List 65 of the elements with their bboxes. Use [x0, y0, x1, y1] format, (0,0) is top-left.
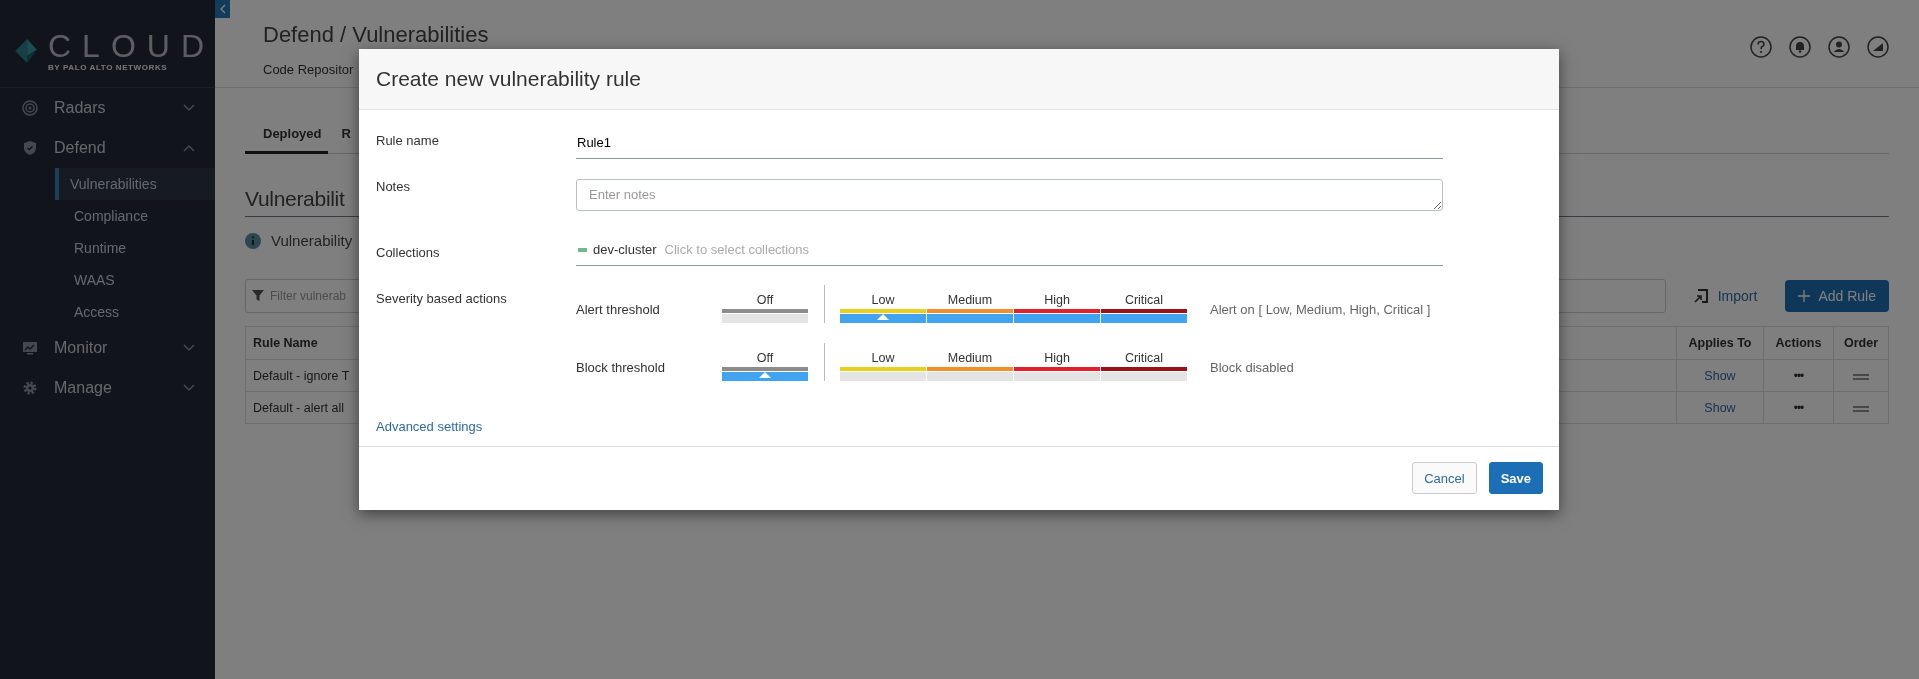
- help-icon[interactable]: [1750, 36, 1772, 58]
- nav-item[interactable]: Monitor: [0, 328, 215, 368]
- logo-wordmark: CLOUD: [48, 29, 215, 63]
- threshold-option[interactable]: Low: [840, 351, 926, 381]
- threshold-summary: Alert on [ Low, Medium, High, Critical ]: [1210, 300, 1431, 317]
- column-header: Applies To: [1676, 326, 1764, 360]
- page-title: Defend / Vulnerabilities: [263, 22, 489, 48]
- threshold-option[interactable]: Off: [722, 351, 808, 381]
- threshold-label: Block threshold: [576, 358, 666, 375]
- threshold-option[interactable]: Critical: [1101, 351, 1187, 381]
- logo-tagline: BY PALO ALTO NETWORKS: [48, 63, 169, 72]
- tab[interactable]: Deployed: [245, 126, 328, 154]
- chevron-left-icon: [219, 4, 226, 14]
- plus-icon: [1798, 290, 1811, 302]
- info-icon: [245, 232, 261, 249]
- signal-icon[interactable]: [1867, 36, 1889, 58]
- nav-subitem[interactable]: Vulnerabilities: [55, 168, 215, 200]
- filter-icon: [252, 290, 264, 302]
- radar-icon: [22, 100, 38, 116]
- column-header: Order: [1833, 326, 1889, 360]
- threshold-option[interactable]: Critical: [1101, 293, 1187, 323]
- dialog-title: Create new vulnerability rule: [376, 67, 641, 91]
- threshold-option[interactable]: High: [1014, 351, 1100, 381]
- import-icon: [1693, 289, 1708, 303]
- nav-subitem[interactable]: WAAS: [55, 264, 215, 296]
- nav-subitem[interactable]: Compliance: [55, 200, 215, 232]
- drag-handle-icon[interactable]: [1853, 373, 1869, 380]
- nav-subitem[interactable]: Runtime: [55, 232, 215, 264]
- user-icon[interactable]: [1828, 36, 1850, 58]
- field-label: Severity based actions: [376, 291, 508, 308]
- subnav-link[interactable]: Code Repositor: [263, 62, 354, 77]
- settings-icon: [22, 380, 38, 396]
- column-header: Actions: [1763, 326, 1834, 360]
- threshold-option[interactable]: Off: [722, 293, 808, 323]
- actions-menu[interactable]: •••: [1793, 368, 1804, 383]
- nav-item[interactable]: Radars: [0, 88, 215, 128]
- field-label: Rule name: [376, 132, 440, 150]
- show-link[interactable]: Show: [1704, 400, 1736, 415]
- threshold-option[interactable]: Low: [840, 293, 926, 323]
- collapse-button[interactable]: [215, 0, 230, 18]
- monitor-icon: [22, 340, 38, 356]
- field-label: Collections: [376, 244, 441, 260]
- tab[interactable]: R: [327, 126, 357, 154]
- threshold-option[interactable]: High: [1014, 293, 1100, 323]
- notes-field[interactable]: Enter notes: [576, 179, 1443, 211]
- drag-handle-icon[interactable]: [1853, 405, 1869, 412]
- collections-field[interactable]: dev-cluster Click to select collections: [576, 238, 1443, 266]
- threshold-option[interactable]: Medium: [927, 351, 1013, 381]
- info-text: Vulnerability: [271, 232, 353, 249]
- collections-placeholder: Click to select collections: [664, 242, 810, 257]
- threshold-label: Alert threshold: [576, 300, 661, 317]
- threshold-summary: Block disabled: [1210, 358, 1294, 375]
- save-button[interactable]: Save: [1488, 462, 1543, 494]
- threshold-option[interactable]: Medium: [927, 293, 1013, 323]
- show-link[interactable]: Show: [1704, 368, 1736, 383]
- collection-tag: dev-cluster: [593, 242, 657, 257]
- cancel-button[interactable]: Cancel: [1412, 462, 1477, 494]
- import-button[interactable]: Import: [1693, 288, 1758, 304]
- nav-item[interactable]: Defend: [0, 128, 215, 168]
- nav-subitem[interactable]: Access: [55, 296, 215, 328]
- actions-menu[interactable]: •••: [1793, 400, 1804, 415]
- add-rule-button[interactable]: Add Rule: [1785, 280, 1889, 312]
- nav-item[interactable]: Manage: [0, 368, 215, 408]
- bell-icon[interactable]: [1789, 36, 1811, 58]
- shield-icon: [22, 140, 38, 156]
